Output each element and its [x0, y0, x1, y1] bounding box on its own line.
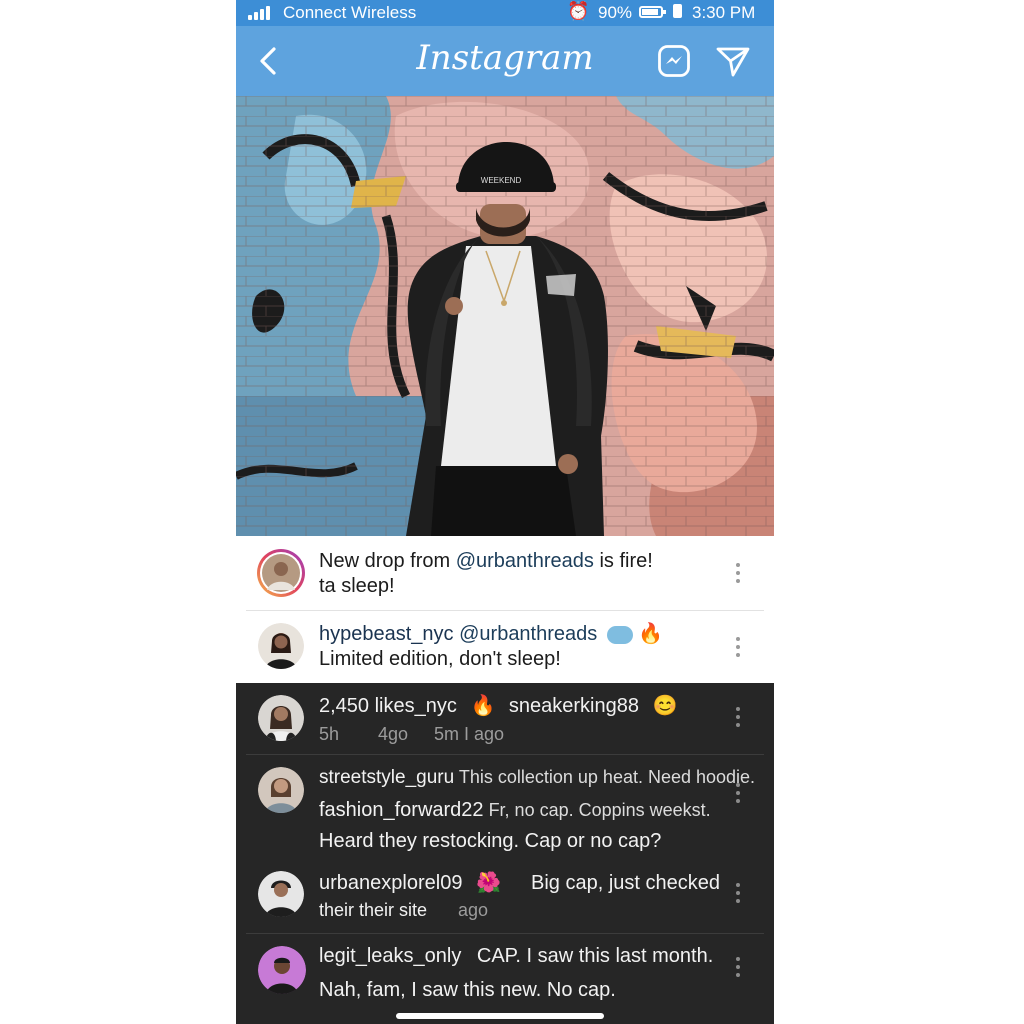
- comment-username[interactable]: sneakerking88: [509, 695, 639, 717]
- status-time: 3:30 PM: [692, 3, 756, 22]
- comment-username[interactable]: hypebeast_nyc: [319, 623, 454, 645]
- comments-dark-panel: 2,450 likes_nyc 🔥 sneakerking88 😊 5h 4go…: [236, 683, 774, 1024]
- comment-username[interactable]: fashion_forward22: [319, 799, 484, 821]
- comment-text: their their site: [319, 900, 428, 920]
- comment-text: Limited edition, don't sleep!: [319, 648, 561, 670]
- avatar[interactable]: [256, 548, 306, 598]
- comment-text: Fr, no cap. Coppins weekst.: [483, 800, 711, 820]
- comment-username[interactable]: legit_leaks_only: [319, 945, 461, 967]
- comment-text: Heard they restocking. Cap or no cap?: [319, 830, 662, 852]
- more-options-icon[interactable]: [735, 707, 741, 729]
- comment-username[interactable]: urbanexplorel09: [319, 872, 462, 894]
- cap-logo-text: WEEKEND: [481, 176, 522, 185]
- carrier-name: Connect Wireless: [283, 3, 417, 22]
- send-icon[interactable]: [715, 44, 751, 78]
- comment-text: Nah, fam, I saw this new. No cap.: [319, 979, 616, 1001]
- alarm-icon: ⏰: [567, 1, 590, 21]
- mention-link[interactable]: @urbanthreads: [454, 623, 597, 645]
- more-options-icon[interactable]: [735, 883, 741, 905]
- avatar[interactable]: [258, 767, 304, 813]
- comment-time: 4go: [378, 724, 409, 744]
- flower-emoji: 🌺: [476, 872, 501, 894]
- more-options-icon[interactable]: [735, 563, 741, 585]
- home-indicator[interactable]: [396, 1013, 604, 1019]
- verified-cloud-icon: [606, 625, 633, 644]
- fire-emoji: 🔥: [470, 695, 496, 717]
- lock-icon: [673, 4, 682, 18]
- avatar[interactable]: [258, 695, 304, 741]
- comment-row[interactable]: legit_leaks_only CAP. I saw this last mo…: [236, 934, 774, 1024]
- app-logo: Instagram: [416, 38, 594, 78]
- battery-percent: 90%: [598, 3, 633, 22]
- more-options-icon[interactable]: [735, 957, 741, 979]
- comment-prefix: New drop from: [319, 550, 456, 572]
- smile-emoji: 😊: [652, 695, 678, 717]
- app-header: Instagram: [236, 26, 774, 96]
- comment-text: CAP. I saw this last month.: [476, 945, 714, 967]
- comment-time: 5m I ago: [434, 724, 505, 744]
- comment-time: 5h: [319, 724, 340, 744]
- comment-time: ago: [458, 900, 489, 920]
- avatar[interactable]: [258, 623, 304, 669]
- more-options-icon[interactable]: [735, 783, 741, 805]
- comment-text: ta sleep!: [319, 575, 395, 597]
- comment-username[interactable]: streetstyle_guru: [319, 767, 454, 788]
- avatar[interactable]: [258, 946, 306, 994]
- avatar[interactable]: [258, 871, 304, 917]
- comment-text: This collection up heat. Need hoodie.: [454, 767, 756, 787]
- comment-row[interactable]: hypebeast_nyc @urbanthreads 🔥 Limited ed…: [236, 611, 774, 683]
- comment-text: Big cap, just checked: [531, 872, 720, 894]
- comment-row[interactable]: urbanexplorel09 🌺 Big cap, just checked …: [236, 863, 774, 933]
- comment-row[interactable]: streetstyle_guru This collection up heat…: [236, 755, 774, 863]
- battery-icon: [639, 6, 666, 18]
- comment-username[interactable]: 2,450 likes_nyc: [319, 695, 457, 717]
- status-bar: Connect Wireless ⏰ 90% 3:30 PM: [236, 0, 774, 26]
- comment-row[interactable]: 2,450 likes_nyc 🔥 sneakerking88 😊 5h 4go…: [236, 683, 774, 754]
- post-photo[interactable]: WEEKEND: [236, 96, 774, 536]
- comment-suffix: is fire!: [593, 550, 653, 572]
- signal-icon: [248, 6, 270, 20]
- phone-screen: Connect Wireless ⏰ 90% 3:30 PM Instagram: [236, 0, 774, 1024]
- comment-row[interactable]: New drop from @urbanthreads is fire! ta …: [236, 536, 774, 610]
- messenger-icon[interactable]: [657, 44, 691, 78]
- more-options-icon[interactable]: [735, 637, 741, 659]
- fire-emoji: 🔥: [638, 623, 664, 645]
- mention-link[interactable]: @urbanthreads: [456, 550, 594, 572]
